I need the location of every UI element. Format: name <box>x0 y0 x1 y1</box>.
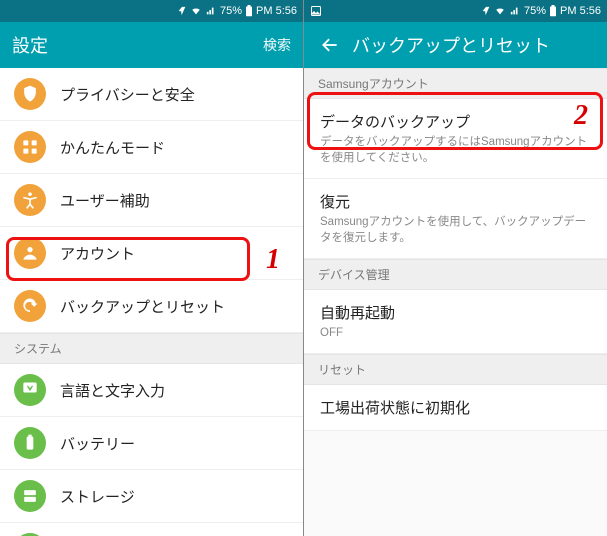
settings-item-language[interactable]: 言語と文字入力 <box>0 364 303 417</box>
settings-item-label: ストレージ <box>60 486 135 507</box>
settings-item-date-time[interactable]: 日付と時刻 <box>0 523 303 536</box>
pref-label: 自動再起動 <box>320 302 395 323</box>
pref-label: データのバックアップ <box>320 111 470 132</box>
pref-label: 復元 <box>320 191 350 212</box>
pref-item[interactable]: 自動再起動 OFF <box>304 290 607 354</box>
section-header-system: システム <box>0 333 303 364</box>
section-header: デバイス管理 <box>304 259 607 290</box>
image-icon <box>310 5 322 17</box>
backup-list[interactable]: Samsungアカウント データのバックアップ データをバックアップするにはSa… <box>304 68 607 536</box>
page-title: バックアップとリセット <box>352 32 595 58</box>
settings-list[interactable]: プライバシーと安全 かんたんモード ユーザー補助 アカウント バックアップとリセ… <box>0 68 303 536</box>
app-bar: 設定 検索 <box>0 22 303 68</box>
settings-item-label: かんたんモード <box>60 137 165 158</box>
settings-item-easy-mode[interactable]: かんたんモード <box>0 121 303 174</box>
battery-text: 75% <box>220 5 242 17</box>
location-icon <box>177 6 187 16</box>
pref-item[interactable]: 復元 Samsungアカウントを使用して、バックアップデータを復元します。 <box>304 179 607 259</box>
battery-text: 75% <box>524 5 546 17</box>
settings-item-label: ユーザー補助 <box>60 190 150 211</box>
status-bar: 75% PM 5:56 <box>0 0 303 22</box>
location-icon <box>481 6 491 16</box>
pref-item[interactable]: データのバックアップ データをバックアップするにはSamsungアカウントを使用… <box>304 99 607 179</box>
back-arrow-icon <box>320 35 340 55</box>
settings-item-label: プライバシーと安全 <box>60 84 195 105</box>
clock-text: PM 5:56 <box>256 5 297 17</box>
signal-icon <box>509 6 521 16</box>
right-screenshot: 75% PM 5:56 バックアップとリセット Samsungアカウント データ… <box>304 0 607 536</box>
section-header: Samsungアカウント <box>304 68 607 99</box>
language-icon <box>14 374 46 406</box>
pref-label: 工場出荷状態に初期化 <box>320 397 470 418</box>
settings-item-battery[interactable]: バッテリー <box>0 417 303 470</box>
pref-item[interactable]: 工場出荷状態に初期化 <box>304 385 607 431</box>
status-bar: 75% PM 5:56 <box>304 0 607 22</box>
account-icon <box>14 237 46 269</box>
search-button[interactable]: 検索 <box>263 35 291 55</box>
battery-icon <box>549 5 557 17</box>
settings-item-label: 言語と文字入力 <box>60 380 165 401</box>
wifi-icon <box>190 6 202 16</box>
settings-item-label: アカウント <box>60 243 135 264</box>
settings-item-label: バックアップとリセット <box>60 296 225 317</box>
settings-item-privacy[interactable]: プライバシーと安全 <box>0 68 303 121</box>
pref-sub: Samsungアカウントを使用して、バックアップデータを復元します。 <box>320 214 591 246</box>
back-button[interactable] <box>316 31 344 59</box>
battery-icon <box>245 5 253 17</box>
left-screenshot: 75% PM 5:56 設定 検索 プライバシーと安全 かんたんモード ユーザー… <box>0 0 303 536</box>
settings-item-account[interactable]: アカウント <box>0 227 303 280</box>
app-bar: バックアップとリセット <box>304 22 607 68</box>
battery-icon <box>14 427 46 459</box>
pref-sub: データをバックアップするにはSamsungアカウントを使用してください。 <box>320 134 591 166</box>
signal-icon <box>205 6 217 16</box>
backup-icon <box>14 290 46 322</box>
settings-item-accessibility[interactable]: ユーザー補助 <box>0 174 303 227</box>
settings-item-backup[interactable]: バックアップとリセット <box>0 280 303 333</box>
settings-item-label: バッテリー <box>60 433 135 454</box>
page-title: 設定 <box>12 32 263 58</box>
wifi-icon <box>494 6 506 16</box>
storage-icon <box>14 480 46 512</box>
clock-text: PM 5:56 <box>560 5 601 17</box>
section-header: リセット <box>304 354 607 385</box>
easy-mode-icon <box>14 131 46 163</box>
accessibility-icon <box>14 184 46 216</box>
settings-item-storage[interactable]: ストレージ <box>0 470 303 523</box>
pref-sub: OFF <box>320 325 343 341</box>
privacy-icon <box>14 78 46 110</box>
